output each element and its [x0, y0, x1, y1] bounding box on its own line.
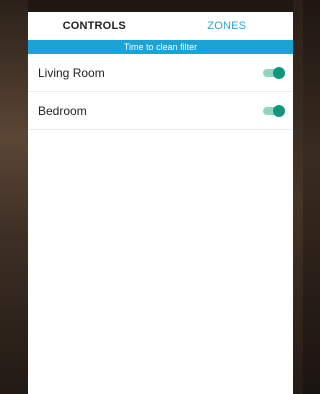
background-right — [293, 0, 303, 394]
living-room-toggle[interactable] — [263, 66, 285, 79]
zone-row-bedroom: Bedroom — [28, 92, 293, 130]
background-left — [0, 0, 28, 394]
bedroom-toggle[interactable] — [263, 104, 285, 117]
tab-controls[interactable]: CONTROLS — [28, 12, 161, 40]
app-panel: CONTROLS ZONES Time to clean filter Livi… — [28, 12, 293, 394]
zone-label: Bedroom — [38, 103, 87, 118]
filter-notice-banner: Time to clean filter — [28, 40, 293, 54]
toggle-thumb — [273, 104, 285, 117]
toggle-thumb — [273, 66, 285, 79]
tab-zones[interactable]: ZONES — [161, 12, 294, 40]
tab-bar: CONTROLS ZONES — [28, 12, 293, 40]
banner-text: Time to clean filter — [123, 42, 198, 52]
zone-label: Living Room — [38, 65, 105, 80]
zone-row-living-room: Living Room — [28, 54, 293, 92]
